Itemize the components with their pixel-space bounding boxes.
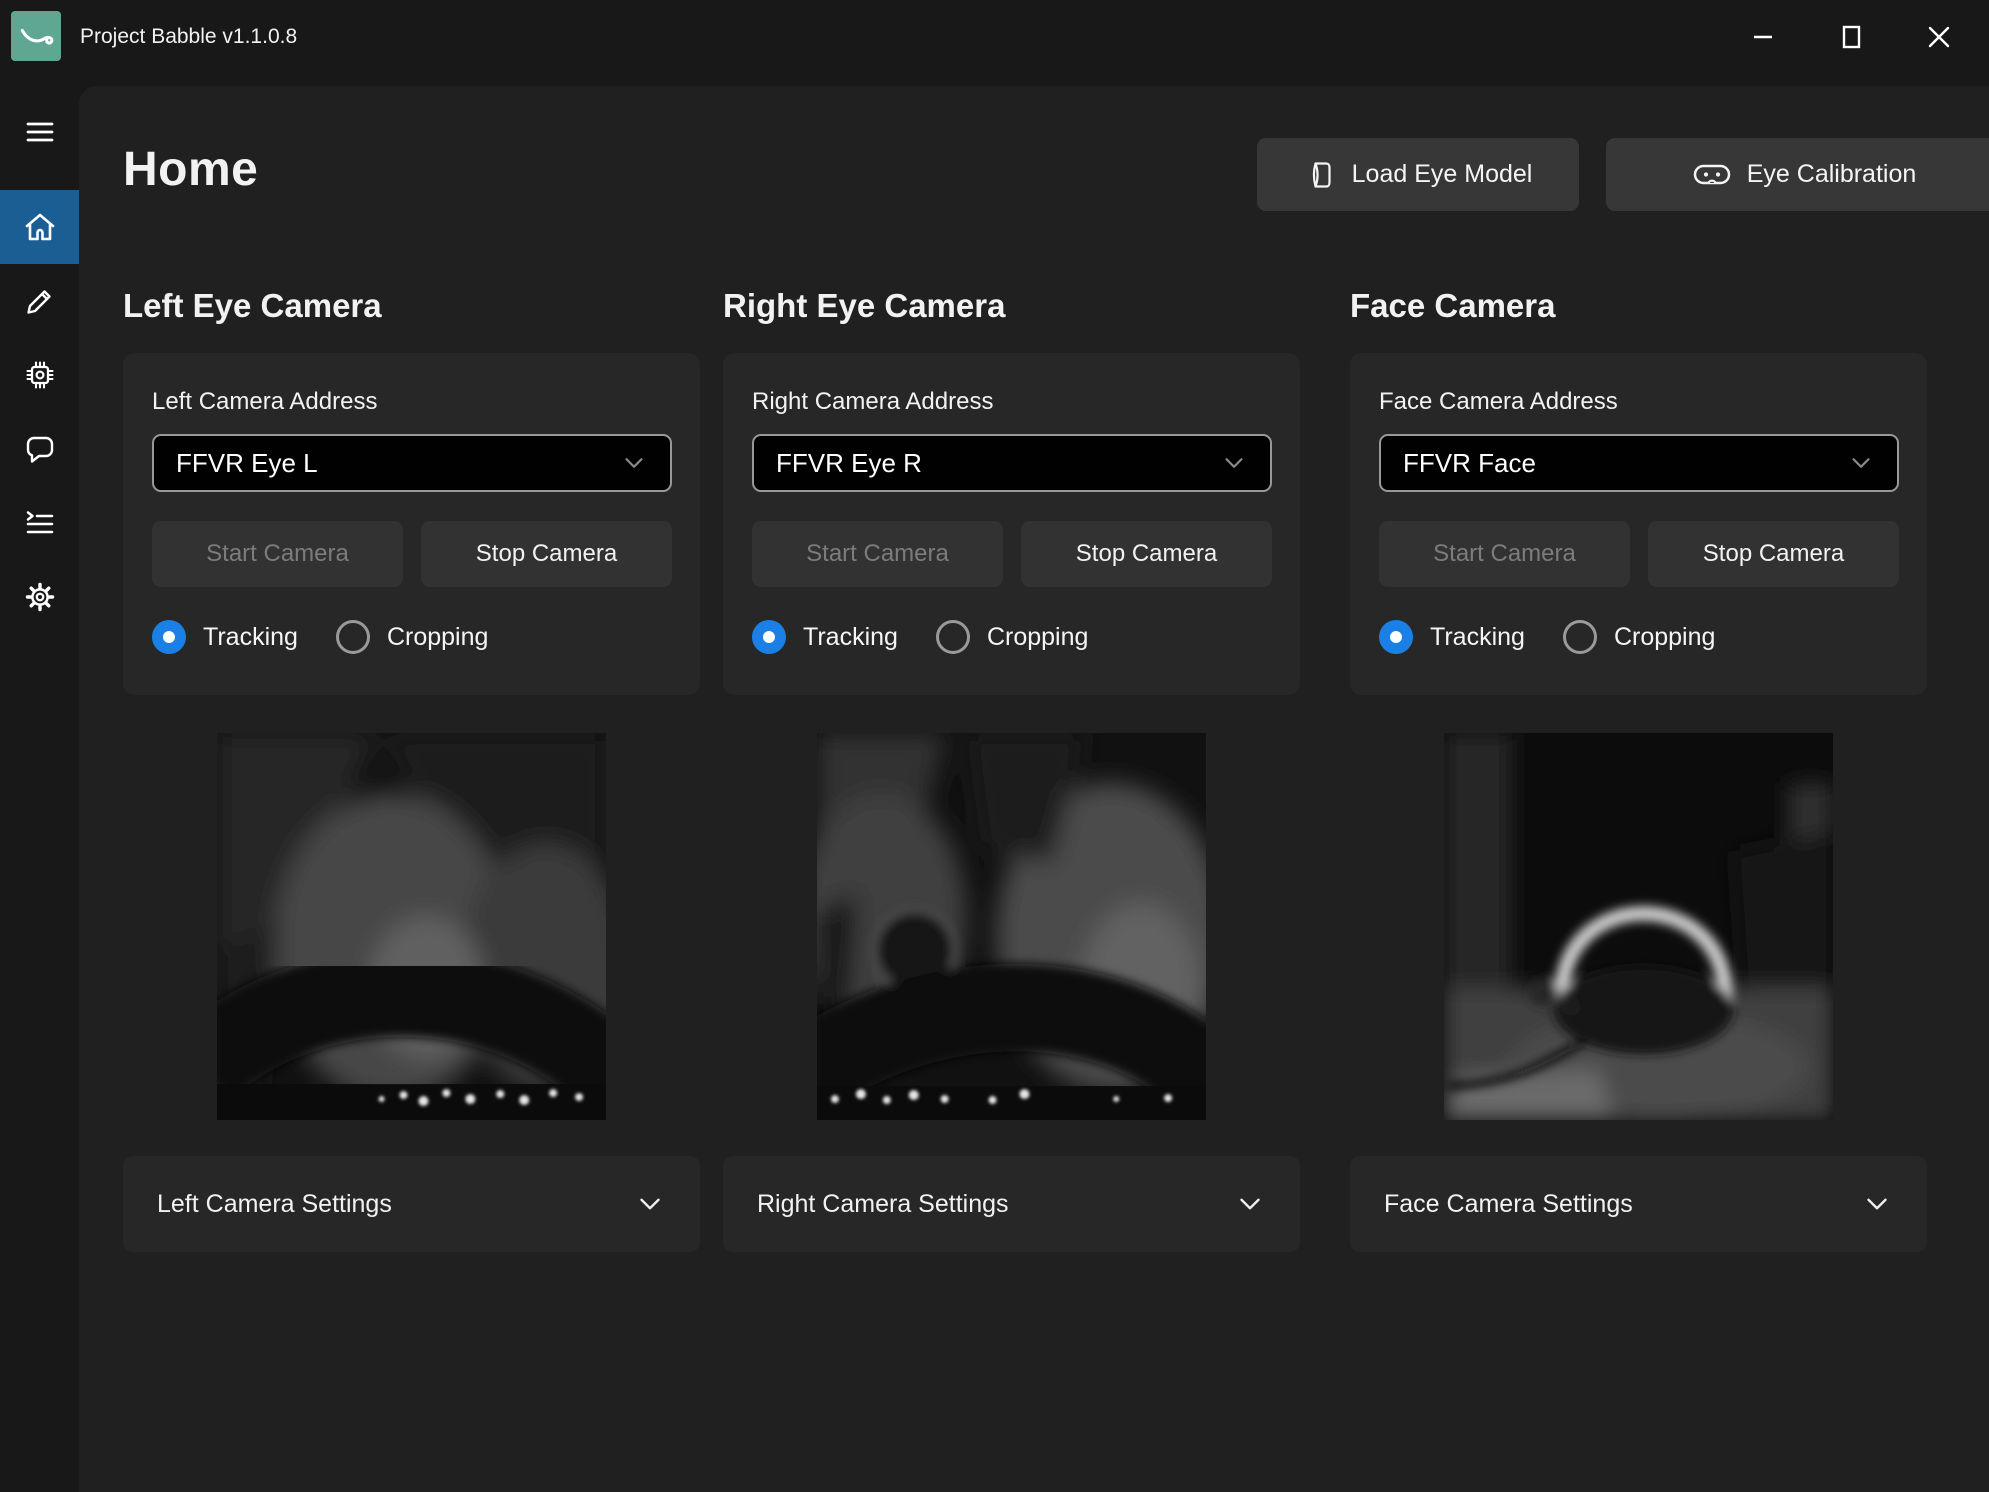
start-camera-button[interactable]: Start Camera <box>152 521 403 587</box>
sidebar-item-algorithm[interactable] <box>0 338 79 412</box>
close-button[interactable] <box>1895 0 1983 73</box>
right-camera-address-select[interactable]: FFVR Eye R <box>752 434 1272 492</box>
mode-radio-group: Tracking Cropping <box>752 620 1272 654</box>
eye-model-icon <box>1304 159 1336 191</box>
face-camera-preview <box>1444 733 1833 1120</box>
cropping-radio[interactable]: Cropping <box>936 620 1088 654</box>
eye-calibration-split-button: Eye Calibration <box>1606 138 1989 211</box>
radio-unselected-icon <box>936 620 970 654</box>
left-eye-camera-preview <box>217 733 606 1120</box>
stop-camera-button[interactable]: Stop Camera <box>1648 521 1899 587</box>
radio-selected-icon <box>1379 620 1413 654</box>
chevron-down-icon <box>1861 1188 1893 1220</box>
babble-tongue-icon <box>11 11 61 61</box>
face-camera-address-select[interactable]: FFVR Face <box>1379 434 1899 492</box>
camera-controls: Start Camera Stop Camera <box>1379 521 1899 587</box>
face-camera-card: Face Camera Address FFVR Face Start Came… <box>1350 353 1927 695</box>
start-camera-button[interactable]: Start Camera <box>752 521 1003 587</box>
start-camera-button[interactable]: Start Camera <box>1379 521 1630 587</box>
address-label: Face Camera Address <box>1379 387 1899 417</box>
log-list-icon <box>24 509 56 537</box>
page-title: Home <box>123 142 258 197</box>
radio-selected-icon <box>752 620 786 654</box>
stop-camera-button[interactable]: Stop Camera <box>1021 521 1272 587</box>
load-eye-model-label: Load Eye Model <box>1352 160 1533 189</box>
address-label: Right Camera Address <box>752 387 1272 417</box>
stop-camera-button[interactable]: Stop Camera <box>421 521 672 587</box>
mode-radio-group: Tracking Cropping <box>1379 620 1899 654</box>
app-window: Project Babble v1.1.0.8 <box>0 0 1989 1492</box>
window-controls <box>1719 0 1983 73</box>
maximize-icon <box>1838 23 1864 51</box>
minimize-button[interactable] <box>1719 0 1807 73</box>
radio-selected-icon <box>152 620 186 654</box>
titlebar: Project Babble v1.1.0.8 <box>0 0 1989 73</box>
tracking-radio[interactable]: Tracking <box>1379 620 1525 654</box>
chevron-down-icon <box>1847 449 1875 477</box>
camera-controls: Start Camera Stop Camera <box>752 521 1272 587</box>
address-value: FFVR Eye R <box>776 448 922 479</box>
eye-calibration-button[interactable]: Eye Calibration <box>1606 138 1989 211</box>
radio-unselected-icon <box>1563 620 1597 654</box>
left-camera-settings-expander[interactable]: Left Camera Settings <box>123 1156 700 1252</box>
vr-goggles-icon <box>1693 162 1731 188</box>
chevron-down-icon <box>620 449 648 477</box>
address-value: FFVR Eye L <box>176 448 318 479</box>
right-eye-camera-preview <box>817 733 1206 1120</box>
load-eye-model-button[interactable]: Load Eye Model <box>1257 138 1579 211</box>
face-camera-settings-expander[interactable]: Face Camera Settings <box>1350 1156 1927 1252</box>
radio-unselected-icon <box>336 620 370 654</box>
right-camera-settings-expander[interactable]: Right Camera Settings <box>723 1156 1300 1252</box>
left-eye-camera-section: Left Eye Camera Left Camera Address FFVR… <box>123 285 700 1252</box>
cropping-radio[interactable]: Cropping <box>336 620 488 654</box>
address-value: FFVR Face <box>1403 448 1536 479</box>
home-icon <box>23 211 57 243</box>
tracking-radio[interactable]: Tracking <box>152 620 298 654</box>
menu-icon <box>24 118 56 146</box>
sidebar-item-chat[interactable] <box>0 412 79 486</box>
sidebar-item-logs[interactable] <box>0 486 79 560</box>
section-heading: Right Eye Camera <box>723 285 1300 326</box>
chat-bubble-icon <box>24 434 56 464</box>
section-heading: Face Camera <box>1350 285 1927 326</box>
section-heading: Left Eye Camera <box>123 285 700 326</box>
cpu-icon <box>24 359 56 391</box>
address-label: Left Camera Address <box>152 387 672 417</box>
sidebar <box>0 73 79 1492</box>
left-camera-address-select[interactable]: FFVR Eye L <box>152 434 672 492</box>
cropping-radio[interactable]: Cropping <box>1563 620 1715 654</box>
right-eye-camera-card: Right Camera Address FFVR Eye R Start Ca… <box>723 353 1300 695</box>
close-icon <box>1925 23 1953 51</box>
gear-icon <box>24 581 56 613</box>
eye-calibration-label: Eye Calibration <box>1747 160 1917 189</box>
chevron-down-icon <box>1234 1188 1266 1220</box>
mode-radio-group: Tracking Cropping <box>152 620 672 654</box>
right-eye-camera-section: Right Eye Camera Right Camera Address FF… <box>723 285 1300 1252</box>
tracking-radio[interactable]: Tracking <box>752 620 898 654</box>
sidebar-item-edit[interactable] <box>0 264 79 338</box>
camera-controls: Start Camera Stop Camera <box>152 521 672 587</box>
chevron-down-icon <box>634 1188 666 1220</box>
left-eye-camera-card: Left Camera Address FFVR Eye L Start Cam… <box>123 353 700 695</box>
sidebar-item-settings[interactable] <box>0 560 79 634</box>
chevron-down-icon <box>1220 449 1248 477</box>
sidebar-menu-button[interactable] <box>0 95 79 169</box>
sidebar-item-home[interactable] <box>0 190 79 264</box>
pencil-icon <box>25 286 55 316</box>
main-content: Home Load Eye Model Eye Calibration <box>79 86 1989 1492</box>
window-title: Project Babble v1.1.0.8 <box>80 0 297 73</box>
face-camera-section: Face Camera Face Camera Address FFVR Fac… <box>1350 285 1927 1252</box>
minimize-icon <box>1750 24 1776 50</box>
maximize-button[interactable] <box>1807 0 1895 73</box>
